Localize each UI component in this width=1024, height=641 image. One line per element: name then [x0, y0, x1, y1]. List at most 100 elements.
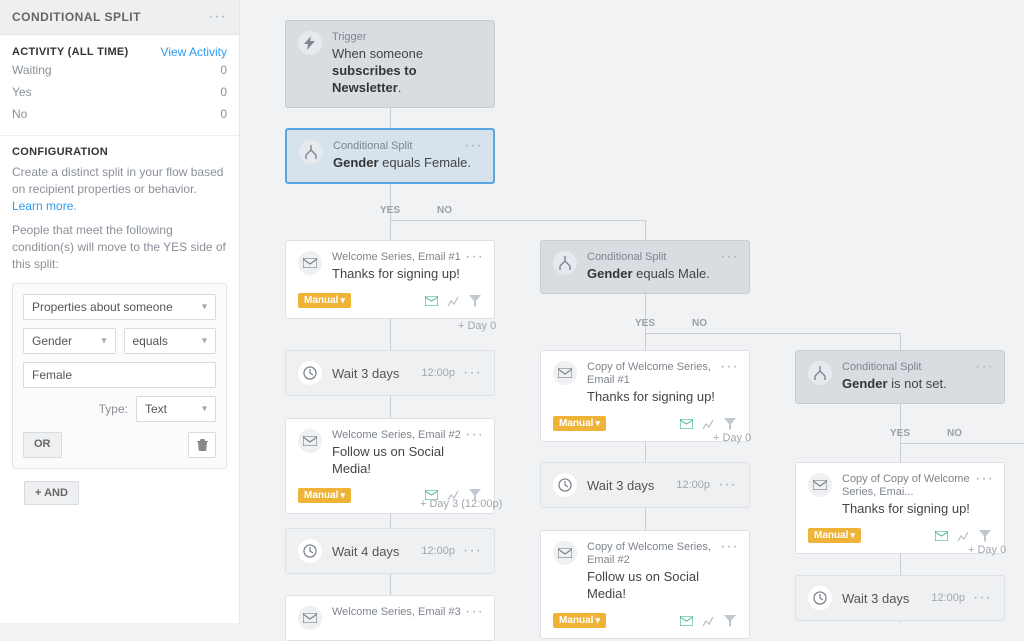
wait-node[interactable]: Wait 3 days 12:00p ··· — [285, 350, 495, 396]
node-text: Gender is not set. — [842, 376, 947, 393]
sidebar: CONDITIONAL SPLIT ··· ACTIVITY (ALL TIME… — [0, 0, 240, 623]
value-input[interactable]: Female — [23, 362, 216, 388]
node-text: Gender equals Male. — [587, 266, 710, 283]
status-badge[interactable]: Manual▾ — [298, 293, 351, 308]
filter-icon[interactable] — [468, 294, 482, 308]
preview-icon[interactable] — [424, 294, 438, 308]
view-activity-link[interactable]: View Activity — [161, 45, 227, 59]
sidebar-header: CONDITIONAL SPLIT ··· — [0, 0, 239, 35]
trigger-node[interactable]: Trigger When someone subscribes to Newsl… — [285, 20, 495, 108]
node-more-icon[interactable]: ··· — [718, 477, 737, 493]
email-name: Copy of Copy of Welcome Series, Emai... — [842, 473, 992, 499]
wait-label: Wait 3 days — [587, 478, 676, 493]
email-name: Welcome Series, Email #2 — [332, 429, 482, 442]
node-more-icon[interactable]: ··· — [463, 365, 482, 381]
type-select[interactable]: Text — [136, 396, 216, 422]
branch-no-label: NO — [947, 428, 962, 439]
preview-icon[interactable] — [934, 529, 948, 543]
lightning-icon — [298, 31, 322, 55]
preview-icon[interactable] — [679, 417, 693, 431]
field-select[interactable]: Gender — [23, 328, 116, 354]
node-more-icon[interactable]: ··· — [464, 138, 483, 154]
day-marker: + Day 0 — [458, 320, 496, 332]
wait-time: 12:00p — [421, 545, 455, 557]
property-type-select[interactable]: Properties about someone — [23, 294, 216, 320]
node-more-icon[interactable]: ··· — [973, 590, 992, 606]
status-badge[interactable]: Manual▾ — [808, 528, 861, 543]
filter-icon[interactable] — [723, 614, 737, 628]
type-label: Type: — [99, 402, 128, 416]
status-badge[interactable]: Manual▾ — [553, 613, 606, 628]
split-icon — [808, 361, 832, 385]
stat-label: Yes — [12, 85, 32, 99]
wait-node[interactable]: Wait 4 days 12:00p ··· — [285, 528, 495, 574]
split-icon — [553, 251, 577, 275]
operator-select[interactable]: equals — [124, 328, 217, 354]
and-button[interactable]: + AND — [24, 481, 79, 505]
email-node[interactable]: Copy of Copy of Welcome Series, Emai... … — [795, 462, 1005, 554]
node-type-label: Trigger — [332, 31, 482, 44]
filter-icon[interactable] — [978, 529, 992, 543]
conditional-split-node-selected[interactable]: Conditional Split Gender equals Female. … — [285, 128, 495, 184]
node-more-icon[interactable]: ··· — [720, 359, 739, 375]
filter-icon[interactable] — [723, 417, 737, 431]
connector — [900, 443, 1024, 444]
analytics-icon[interactable] — [701, 417, 715, 431]
conditional-split-node[interactable]: Conditional Split Gender equals Male. ··… — [540, 240, 750, 294]
wait-label: Wait 4 days — [332, 544, 421, 559]
email-subject: Thanks for signing up! — [842, 501, 992, 518]
analytics-icon[interactable] — [446, 294, 460, 308]
activity-section: ACTIVITY (ALL TIME) View Activity Waitin… — [0, 35, 239, 136]
conditional-split-node[interactable]: Conditional Split Gender is not set. ··· — [795, 350, 1005, 404]
email-node[interactable]: Copy of Welcome Series, Email #1 Thanks … — [540, 350, 750, 442]
wait-node[interactable]: Wait 3 days 12:00p ··· — [540, 462, 750, 508]
email-node[interactable]: Welcome Series, Email #3 ··· — [285, 595, 495, 641]
learn-more-link[interactable]: Learn more. — [12, 199, 77, 213]
stat-no: No 0 — [12, 103, 227, 125]
config-description: Create a distinct split in your flow bas… — [12, 164, 227, 214]
node-type-label: Conditional Split — [333, 140, 471, 153]
stat-waiting: Waiting 0 — [12, 59, 227, 81]
trash-icon — [197, 439, 208, 451]
delete-condition-button[interactable] — [188, 432, 216, 458]
node-type-label: Conditional Split — [842, 361, 947, 374]
node-more-icon[interactable]: ··· — [975, 359, 994, 375]
node-more-icon[interactable]: ··· — [720, 249, 739, 265]
node-more-icon[interactable]: ··· — [465, 249, 484, 265]
split-icon — [299, 140, 323, 164]
envelope-icon — [553, 361, 577, 385]
status-badge[interactable]: Manual▾ — [298, 488, 351, 503]
branch-no-label: NO — [692, 318, 707, 329]
node-more-icon[interactable]: ··· — [465, 427, 484, 443]
sidebar-more-icon[interactable]: ··· — [208, 9, 227, 25]
analytics-icon[interactable] — [701, 614, 715, 628]
email-name: Welcome Series, Email #1 — [332, 251, 461, 264]
node-more-icon[interactable]: ··· — [465, 604, 484, 620]
flow-canvas[interactable]: YES NO YES NO YES NO Trigger When someon… — [240, 0, 1024, 623]
node-more-icon[interactable]: ··· — [463, 543, 482, 559]
node-more-icon[interactable]: ··· — [720, 539, 739, 555]
envelope-icon — [298, 251, 322, 275]
wait-time: 12:00p — [676, 479, 710, 491]
analytics-icon[interactable] — [956, 529, 970, 543]
condition-box: Properties about someone Gender equals F… — [12, 283, 227, 469]
config-note: People that meet the following condition… — [12, 222, 227, 272]
stat-value: 0 — [220, 85, 227, 99]
configuration-section: CONFIGURATION Create a distinct split in… — [0, 136, 239, 515]
email-subject: Follow us on Social Media! — [587, 569, 737, 603]
email-node[interactable]: Welcome Series, Email #1 Thanks for sign… — [285, 240, 495, 319]
wait-node[interactable]: Wait 3 days 12:00p ··· — [795, 575, 1005, 621]
email-subject: Thanks for signing up! — [587, 389, 737, 406]
preview-icon[interactable] — [679, 614, 693, 628]
connector — [645, 333, 900, 334]
wait-time: 12:00p — [931, 592, 965, 604]
status-badge[interactable]: Manual▾ — [553, 416, 606, 431]
wait-time: 12:00p — [421, 367, 455, 379]
node-more-icon[interactable]: ··· — [975, 471, 994, 487]
stat-value: 0 — [220, 107, 227, 121]
wait-label: Wait 3 days — [842, 591, 931, 606]
or-button[interactable]: OR — [23, 432, 62, 458]
email-subject: Thanks for signing up! — [332, 266, 461, 283]
branch-yes-label: YES — [380, 205, 400, 216]
branch-yes-label: YES — [890, 428, 910, 439]
